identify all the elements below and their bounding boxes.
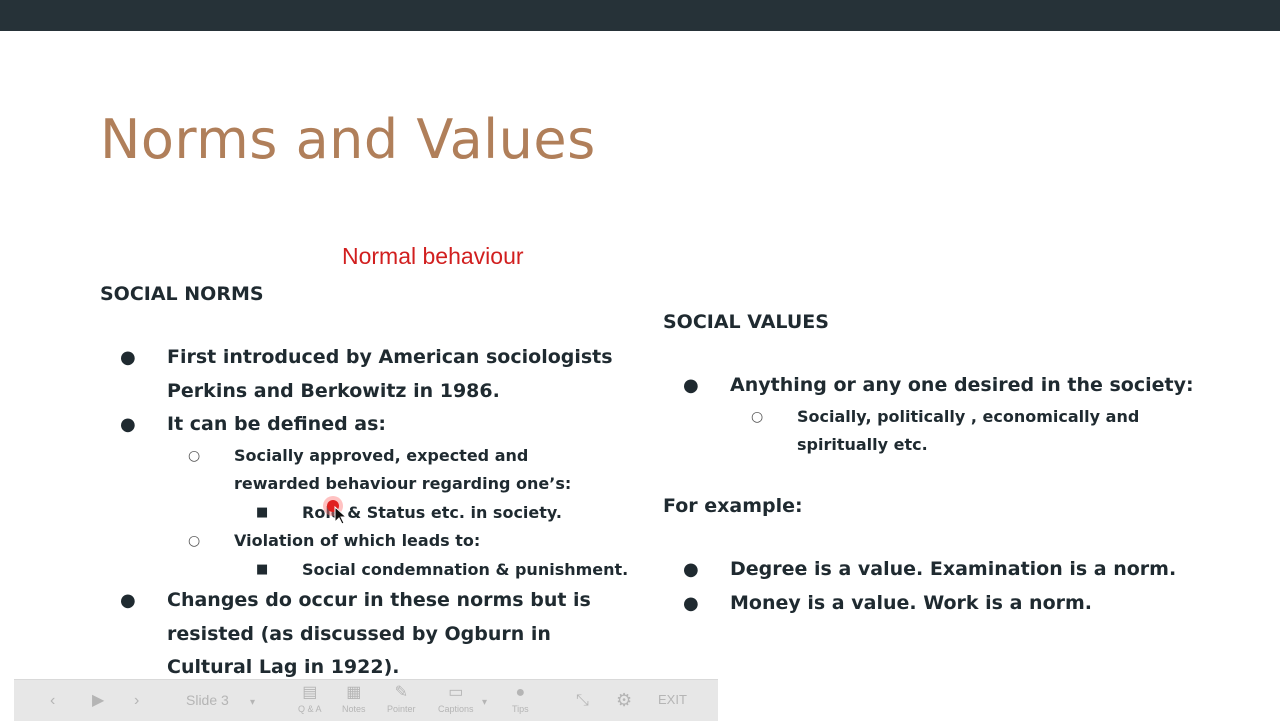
list-item: ● Anything or any one desired in the soci… [663, 369, 1203, 403]
list-item: ● Money is a value. Work is a norm. [663, 587, 1223, 621]
play-button[interactable]: ▶ [92, 692, 104, 710]
play-icon: ▶ [92, 692, 105, 709]
captions-dropdown-button[interactable]: ▾ [482, 694, 487, 712]
list-item: ■ Social condemnation & punishment. [100, 556, 630, 585]
bullet-icon: ● [683, 559, 699, 580]
list-item: ○ Socially approved, expected and rewarde… [100, 442, 630, 499]
social-norms-heading: SOCIAL NORMS [100, 283, 264, 305]
square-bullet-icon: ■ [256, 561, 269, 577]
list-item: ● Degree is a value. Examination is a nor… [663, 553, 1223, 587]
bullet-icon: ● [683, 375, 699, 396]
list-item: ● First introduced by American sociologis… [100, 341, 630, 408]
chevron-right-icon: › [134, 692, 140, 709]
notes-icon: ▦ [346, 684, 362, 701]
circle-bullet-icon: ○ [188, 447, 201, 464]
presentation-control-bar: ‹ ▶ › Slide 3 ▾ ▤ Q & A ▦ Notes ✎ Pointe… [14, 679, 718, 721]
compress-icon: ⤡ [576, 692, 589, 709]
laser-pointer-cursor-icon [323, 496, 348, 525]
list-item: ● Changes do occur in these norms but is … [100, 584, 630, 685]
chat-icon: ▤ [302, 684, 318, 701]
circle-bullet-icon: ○ [188, 533, 201, 549]
captions-button[interactable]: ▭ Captions [438, 684, 474, 714]
top-bar [0, 0, 1280, 31]
pointer-button[interactable]: ✎ Pointer [387, 684, 416, 714]
social-values-heading: SOCIAL VALUES [663, 311, 829, 333]
settings-button[interactable]: ⚙ [616, 691, 632, 709]
examples-list: ● Degree is a value. Examination is a nor… [663, 553, 1223, 620]
annotation-text: Normal behaviour [342, 243, 524, 269]
bullet-icon: ● [120, 590, 136, 611]
captions-icon: ▭ [448, 684, 464, 701]
chevron-left-icon: ‹ [50, 692, 56, 709]
next-slide-button[interactable]: › [134, 692, 139, 710]
bullet-icon: ● [120, 414, 136, 435]
slide-selector[interactable]: Slide 3 [186, 692, 229, 708]
gear-icon: ⚙ [616, 690, 633, 710]
previous-slide-button[interactable]: ‹ [50, 692, 55, 710]
info-icon: ● [515, 684, 526, 701]
list-item: ○ Socially, politically , economically an… [663, 403, 1203, 460]
tips-button[interactable]: ● Tips [512, 684, 529, 714]
caret-down-icon: ▾ [482, 697, 488, 708]
list-item: ● It can be defined as: [100, 408, 630, 442]
bullet-icon: ● [120, 347, 136, 368]
circle-bullet-icon: ○ [751, 408, 764, 425]
list-item: ■ Role & Status etc. in society. [100, 499, 630, 528]
bullet-icon: ● [683, 592, 699, 614]
exit-button[interactable]: EXIT [658, 692, 687, 707]
pointer-icon: ✎ [394, 684, 408, 701]
qa-button[interactable]: ▤ Q & A [298, 684, 322, 714]
social-norms-list: ● First introduced by American sociologis… [100, 341, 630, 685]
for-example-heading: For example: [663, 495, 803, 517]
square-bullet-icon: ■ [256, 504, 269, 520]
exit-fullscreen-button[interactable]: ⤡ [576, 692, 589, 710]
list-item: ○ Violation of which leads to: [100, 527, 630, 556]
slide-title: Norms and Values [100, 108, 596, 171]
notes-button[interactable]: ▦ Notes [342, 684, 366, 714]
caret-down-icon: ▾ [250, 697, 256, 708]
slide-dropdown-button[interactable]: ▾ [250, 694, 255, 712]
social-values-list: ● Anything or any one desired in the soci… [663, 369, 1203, 460]
